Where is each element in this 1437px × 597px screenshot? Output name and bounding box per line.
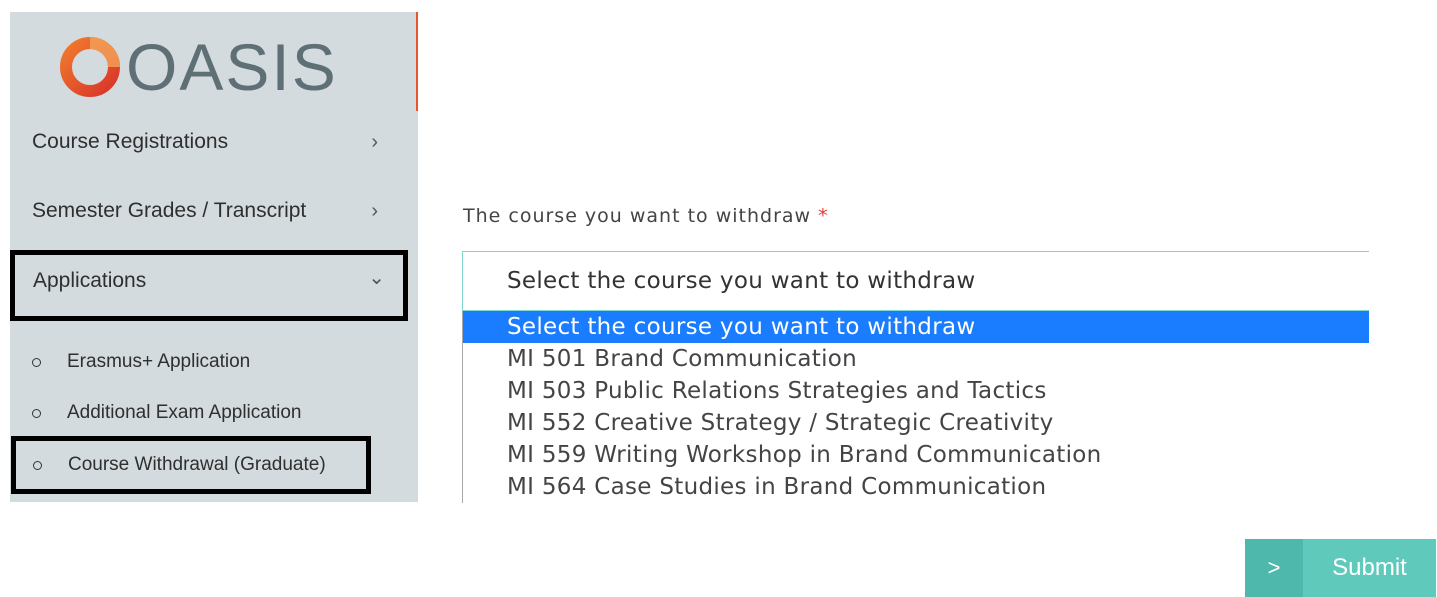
dropdown-option[interactable]: MI 559 Writing Workshop in Brand Communi… <box>463 439 1369 471</box>
dropdown-option[interactable]: Select the course you want to withdraw <box>463 311 1369 343</box>
chevron-right-icon: > <box>1245 539 1303 597</box>
withdraw-course-label: The course you want to withdraw * <box>463 205 829 227</box>
dropdown-option[interactable]: MI 564 Case Studies in Brand Communicati… <box>463 471 1369 503</box>
sidebar-subitem-erasmus[interactable]: Erasmus+ Application <box>10 342 408 382</box>
chevron-right-icon: › <box>371 199 378 222</box>
oasis-logo[interactable]: OASIS <box>60 32 338 102</box>
sidebar: OASIS Course Registrations › Semester Gr… <box>10 12 418 502</box>
course-dropdown-list[interactable]: Select the course you want to withdraw M… <box>462 311 1369 503</box>
sidebar-subitem-additional-exam[interactable]: Additional Exam Application <box>10 393 408 433</box>
submit-button[interactable]: > Submit <box>1245 539 1436 597</box>
sidebar-accent-edge <box>416 12 418 111</box>
sidebar-item-semester-grades[interactable]: Semester Grades / Transcript › <box>10 189 408 233</box>
course-select[interactable]: Select the course you want to withdraw <box>462 251 1369 311</box>
required-asterisk: * <box>818 205 829 227</box>
sidebar-item-label: Applications <box>33 269 147 292</box>
oasis-logo-mark-icon <box>60 37 120 97</box>
sidebar-item-label: Course Registrations <box>32 130 229 153</box>
circle-bullet-icon <box>33 460 42 470</box>
dropdown-option[interactable]: MI 503 Public Relations Strategies and T… <box>463 375 1369 407</box>
circle-bullet-icon <box>32 357 41 367</box>
brand-name: OASIS <box>126 30 338 104</box>
chevron-right-icon: › <box>371 130 378 153</box>
sidebar-item-label: Semester Grades / Transcript <box>32 199 307 222</box>
sidebar-subitem-label: Additional Exam Application <box>67 402 302 423</box>
course-select-value: Select the course you want to withdraw <box>507 268 976 294</box>
dropdown-option[interactable]: MI 552 Creative Strategy / Strategic Cre… <box>463 407 1369 439</box>
dropdown-option[interactable]: MI 501 Brand Communication <box>463 343 1369 375</box>
sidebar-item-applications[interactable]: Applications ⌄ <box>10 250 408 321</box>
circle-bullet-icon <box>32 408 41 418</box>
sidebar-subitem-course-withdrawal[interactable]: Course Withdrawal (Graduate) <box>11 436 371 494</box>
sidebar-item-course-registrations[interactable]: Course Registrations › <box>10 120 408 164</box>
sidebar-subitem-label: Erasmus+ Application <box>67 351 251 372</box>
chevron-down-icon: ⌄ <box>368 267 385 289</box>
field-label-text: The course you want to withdraw <box>463 205 812 227</box>
sidebar-subitem-label: Course Withdrawal (Graduate) <box>68 454 326 475</box>
submit-label: Submit <box>1332 554 1407 581</box>
